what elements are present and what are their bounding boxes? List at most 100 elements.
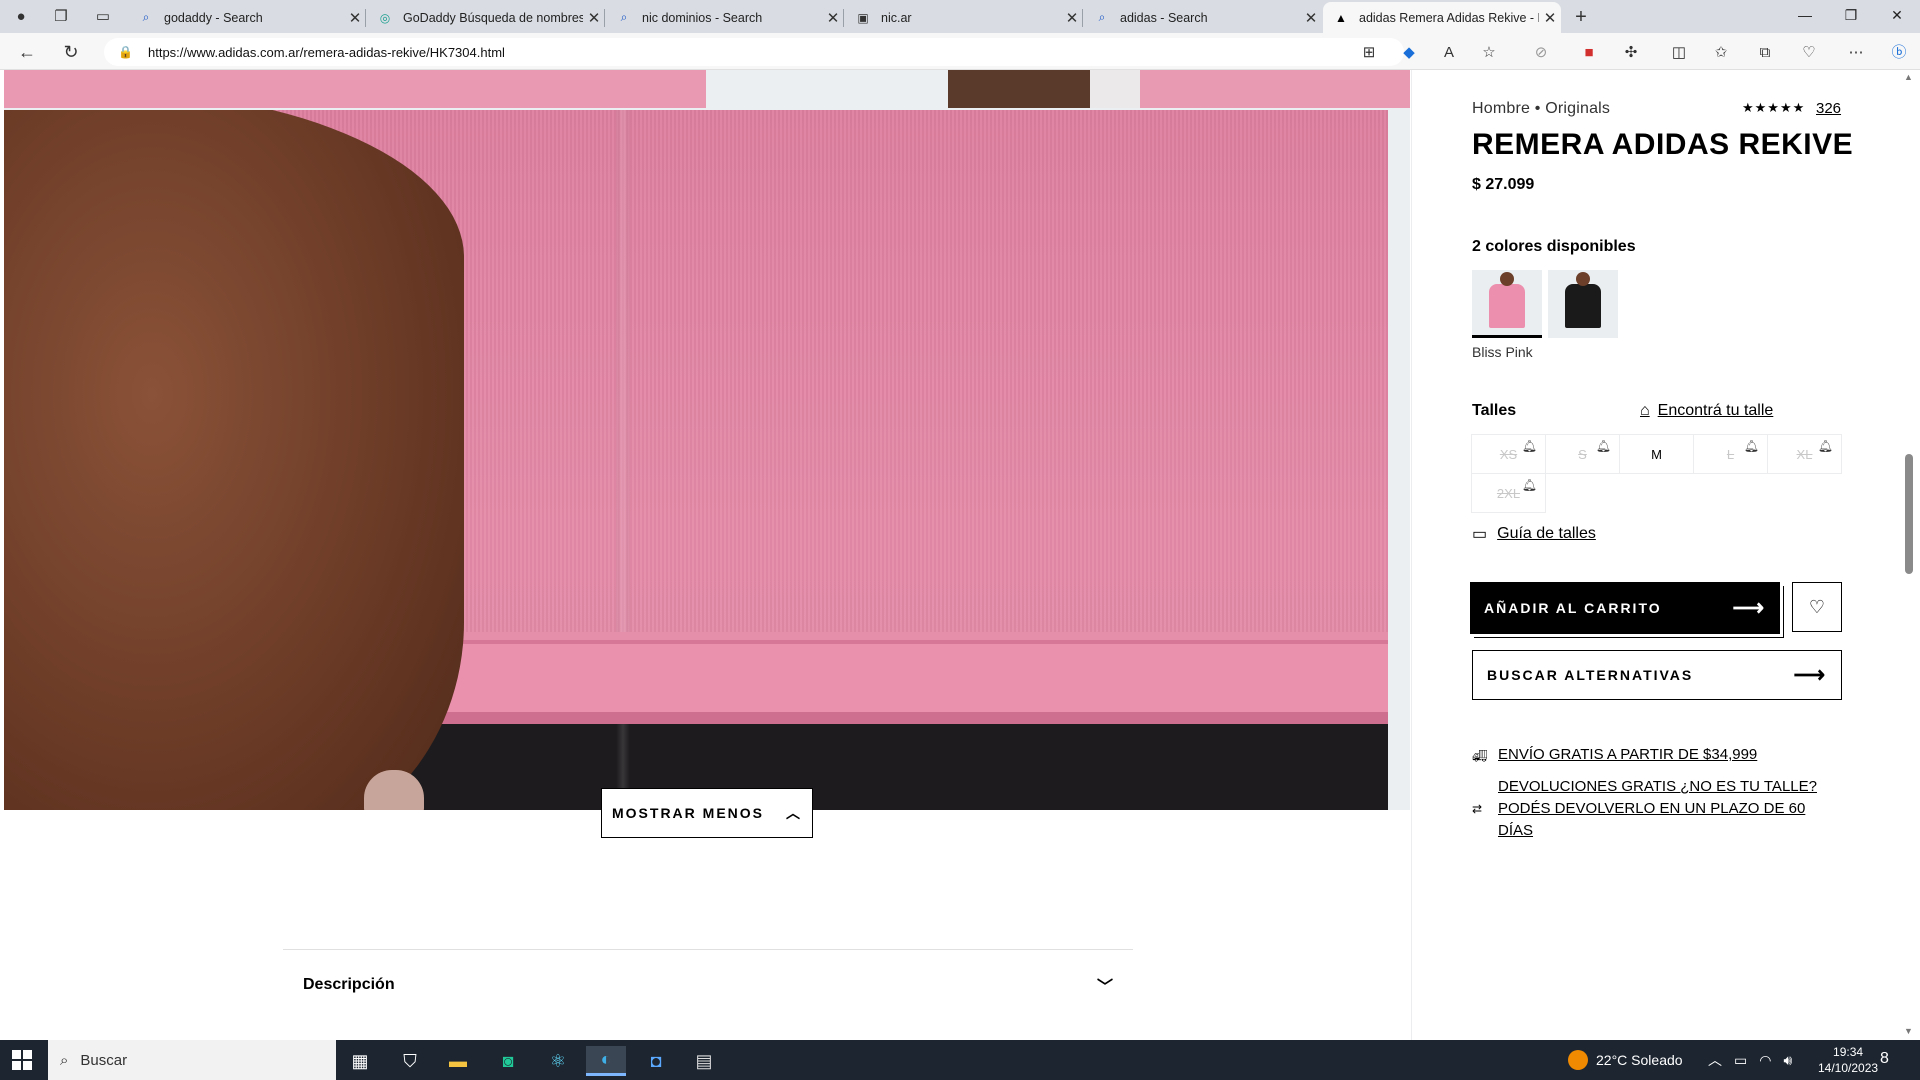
restore-icon[interactable]: ❐ <box>1828 0 1874 33</box>
tab-nic-search[interactable]: ⌕ nic dominios - Search ✕ <box>606 2 844 33</box>
show-less-button[interactable]: MOSTRAR MENOS ︿ <box>601 788 813 838</box>
favorite-star-icon[interactable]: ☆ <box>1478 42 1500 64</box>
search-icon: ⌕ <box>142 10 150 24</box>
chevron-up-icon: ︿ <box>786 805 802 821</box>
close-tab-icon[interactable]: ✕ <box>1061 9 1083 27</box>
close-tab-icon[interactable]: ✕ <box>583 9 605 27</box>
refresh-icon[interactable]: ↻ <box>56 38 86 66</box>
review-count-link[interactable]: 326 <box>1816 100 1841 117</box>
react-icon[interactable]: ⚛ <box>538 1046 578 1076</box>
return-icon: ⇄ <box>1472 802 1483 816</box>
size-m[interactable]: M <box>1619 434 1694 474</box>
add-to-cart-button[interactable]: AÑADIR AL CARRITO ⟶ <box>1470 582 1780 634</box>
workspaces-icon[interactable]: ❐ <box>48 5 74 29</box>
free-returns-link[interactable]: ⇄ DEVOLUCIONES GRATIS ¿NO ES TU TALLE? P… <box>1472 776 1828 842</box>
notify-bell-icon: 🔔︎ <box>1595 439 1611 453</box>
adidas-icon: ▲ <box>1335 10 1347 25</box>
tab-nic-ar[interactable]: ▣ nic.ar ✕ <box>845 2 1083 33</box>
notify-bell-icon: 🔔︎ <box>1743 439 1759 453</box>
volume-icon[interactable]: 🔊︎ <box>1783 1052 1792 1069</box>
close-window-icon[interactable]: ✕ <box>1874 0 1920 33</box>
tab-godaddy-domains[interactable]: ◎ GoDaddy Búsqueda de nombres de dominio… <box>367 2 605 33</box>
clock[interactable]: 19:34 14/10/2023 <box>1818 1044 1878 1076</box>
close-tab-icon[interactable]: ✕ <box>344 9 366 27</box>
task-view-icon[interactable]: ▦ <box>340 1046 380 1076</box>
previous-gallery-image <box>4 70 1410 108</box>
color-swatch-pink[interactable] <box>1472 270 1542 338</box>
network-icon[interactable]: ▭ <box>1734 1052 1747 1069</box>
extension-icon[interactable]: ■ <box>1578 42 1600 64</box>
windows-taskbar: ⌕ Buscar ▦ ⛉ ▬ ◙ ⚛ ◐ ◘ ▤ 22°C Soleado ︿ … <box>0 1040 1920 1080</box>
profile-icon[interactable]: ● <box>8 5 34 29</box>
favorites-icon[interactable]: ✩ <box>1710 42 1732 64</box>
size-l[interactable]: L 🔔︎ <box>1693 434 1768 474</box>
wishlist-button[interactable]: ♡ <box>1792 582 1842 632</box>
hanger-icon: ⌂ <box>1640 402 1650 419</box>
size-2xl[interactable]: 2XL 🔔︎ <box>1471 473 1546 513</box>
weather-widget[interactable]: 22°C Soleado <box>1568 1040 1683 1080</box>
product-image-closeup[interactable] <box>4 110 1388 810</box>
product-title: REMERA ADIDAS REKIVE <box>1472 128 1854 161</box>
extensions-puzzle-icon[interactable]: ✣ <box>1620 42 1642 64</box>
close-tab-icon[interactable]: ✕ <box>1300 9 1322 27</box>
terminal-icon[interactable]: ▤ <box>684 1046 724 1076</box>
tab-actions-icon[interactable]: ▭ <box>90 5 116 29</box>
app-install-icon[interactable]: ⊞ <box>1358 42 1380 64</box>
more-menu-icon[interactable]: ⋯ <box>1845 42 1867 64</box>
tab-adidas-search[interactable]: ⌕ adidas - Search ✕ <box>1084 2 1322 33</box>
edge-browser-icon[interactable]: ◐ <box>586 1046 626 1076</box>
chevron-up-icon[interactable]: ︿ <box>1708 1050 1722 1070</box>
shopping-icon[interactable]: ◆ <box>1398 42 1420 64</box>
copilot-icon[interactable]: ⓑ <box>1888 42 1910 64</box>
find-alternatives-button[interactable]: BUSCAR ALTERNATIVAS ⟶ <box>1472 650 1842 700</box>
sun-icon <box>1568 1050 1588 1070</box>
back-icon[interactable]: ← <box>12 38 42 66</box>
size-finder-link[interactable]: ⌂ Encontrá tu talle <box>1640 402 1773 420</box>
notification-count: 8 <box>1880 1050 1889 1067</box>
wifi-icon[interactable]: ◠ <box>1759 1052 1771 1069</box>
close-tab-icon[interactable]: ✕ <box>822 9 844 27</box>
tab-adidas-product[interactable]: ▲ adidas Remera Adidas Rekive - Rosa ✕ <box>1323 2 1561 33</box>
read-aloud-icon[interactable]: A <box>1438 42 1460 64</box>
new-tab-button[interactable]: + <box>1568 5 1594 29</box>
description-accordion[interactable]: Descripción ﹀ <box>283 950 1133 1020</box>
scroll-up-icon[interactable]: ▲ <box>1904 72 1913 82</box>
truck-icon: 🚚︎ <box>1472 749 1488 763</box>
url-text: https://www.adidas.com.ar/remera-adidas-… <box>148 44 505 60</box>
size-xs[interactable]: XS 🔔︎ <box>1471 434 1546 474</box>
system-tray: ︿ ▭ ◠ 🔊︎ <box>1708 1040 1792 1080</box>
size-s[interactable]: S 🔔︎ <box>1545 434 1620 474</box>
browser-essentials-icon[interactable]: ♡ <box>1798 42 1820 64</box>
app-window-icon[interactable]: ◘ <box>636 1046 676 1076</box>
size-guide-link[interactable]: ▭ Guía de talles <box>1472 524 1596 544</box>
product-info-panel: Hombre • Originals ★★★★★ 326 REMERA ADID… <box>1411 70 1900 1040</box>
compass-icon[interactable]: ⊘ <box>1530 42 1552 64</box>
color-swatch-black[interactable] <box>1548 270 1618 338</box>
url-field[interactable]: 🔒 https://www.adidas.com.ar/remera-adida… <box>104 38 1404 66</box>
taskbar-search[interactable]: ⌕ Buscar <box>48 1040 336 1080</box>
tab-strip: ● ❐ ▭ ⌕ godaddy - Search ✕ ◎ GoDaddy Bús… <box>0 0 1920 33</box>
file-explorer-icon[interactable]: ▬ <box>438 1046 478 1076</box>
size-xl[interactable]: XL 🔔︎ <box>1767 434 1842 474</box>
breadcrumb[interactable]: Hombre • Originals <box>1472 100 1610 118</box>
arrow-right-icon: ⟶ <box>1793 662 1827 687</box>
windows-start-icon[interactable] <box>12 1050 32 1070</box>
notification-icon[interactable]: 8 <box>1880 1050 1889 1068</box>
security-shield-icon[interactable]: ⛉ <box>390 1046 430 1076</box>
scroll-down-icon[interactable]: ▼ <box>1904 1026 1913 1036</box>
collections-icon[interactable]: ⧉ <box>1754 42 1776 64</box>
notify-bell-icon: 🔔︎ <box>1521 478 1537 492</box>
taskbar-search-placeholder: Buscar <box>80 1051 128 1069</box>
minimize-icon[interactable]: — <box>1782 0 1828 33</box>
free-shipping-link[interactable]: 🚚︎ ENVÍO GRATIS A PARTIR DE $34,999 <box>1472 744 1828 767</box>
app-icon[interactable]: ◙ <box>488 1046 528 1076</box>
product-page: MOSTRAR MENOS ︿ Descripción ﹀ Hombre • O… <box>0 70 1920 1040</box>
tab-godaddy-search[interactable]: ⌕ godaddy - Search ✕ <box>128 2 366 33</box>
split-screen-icon[interactable]: ◫ <box>1668 42 1690 64</box>
heart-icon: ♡ <box>1808 596 1826 617</box>
close-tab-icon[interactable]: ✕ <box>1539 9 1561 27</box>
arrow-right-icon: ⟶ <box>1732 595 1766 620</box>
scrollbar-thumb[interactable] <box>1905 454 1913 574</box>
page-scrollbar[interactable]: ▲ ▼ <box>1900 70 1920 1040</box>
chevron-down-icon: ﹀ <box>1096 979 1113 996</box>
